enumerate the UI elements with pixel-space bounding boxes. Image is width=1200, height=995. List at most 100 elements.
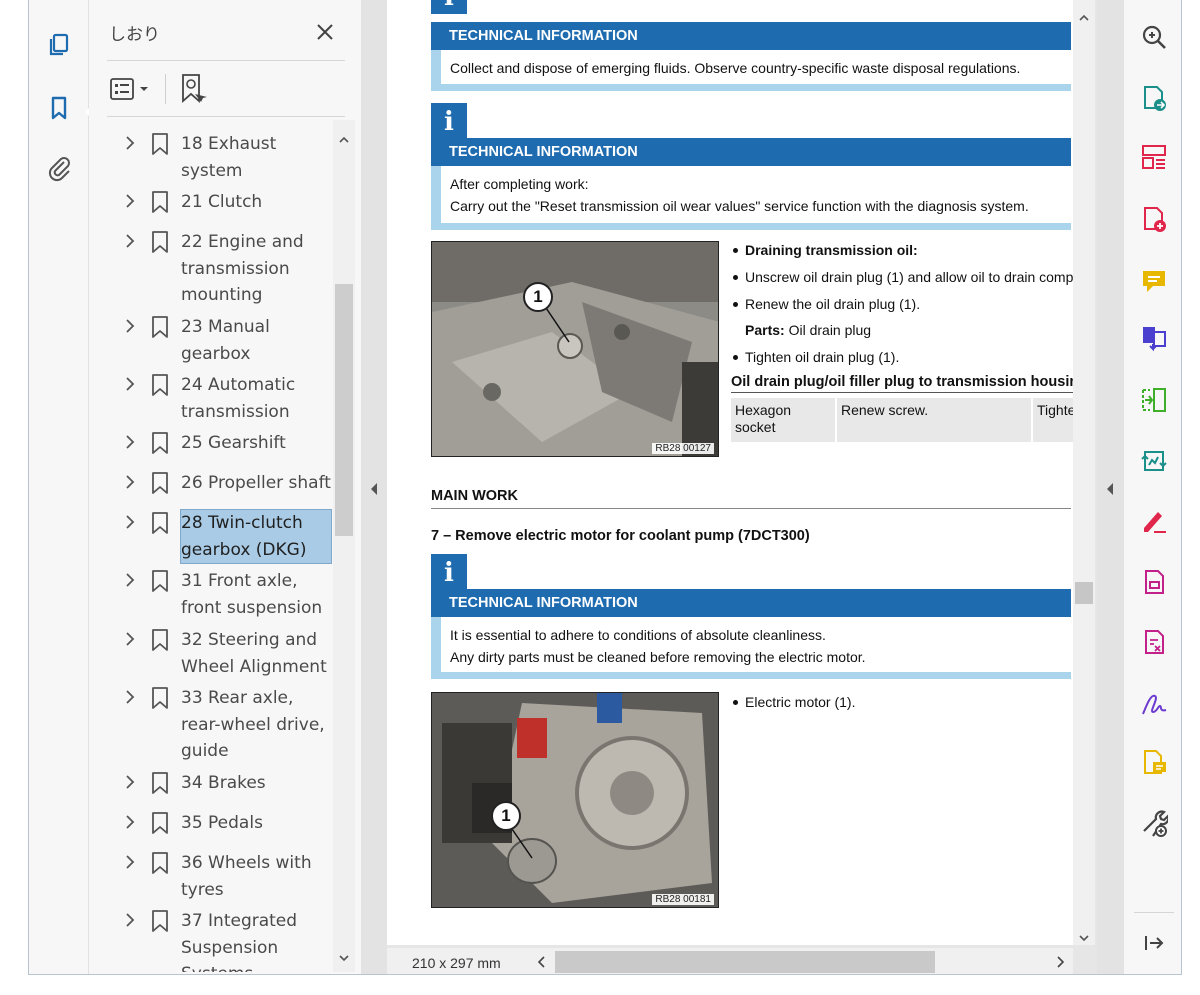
pdf-form-icon <box>1145 570 1164 594</box>
create-pdf-button[interactable] <box>1137 202 1171 236</box>
chevron-right-icon[interactable] <box>122 631 138 647</box>
close-panel-button[interactable] <box>311 18 339 46</box>
bookmark-label[interactable]: 24 Automatic transmission <box>181 372 331 425</box>
caret-left-icon <box>1107 483 1113 495</box>
pages-icon[interactable] <box>42 28 76 62</box>
bookmark-label[interactable]: 22 Engine and transmission mounting <box>181 229 331 309</box>
panel-divider <box>107 116 345 117</box>
scrollbar-thumb[interactable] <box>335 284 353 536</box>
compress-button[interactable] <box>1137 383 1171 417</box>
panel-title: しおり <box>109 25 160 44</box>
bookmark-flag-icon <box>152 629 168 651</box>
bookmark-flag-icon <box>152 570 168 592</box>
collapse-left-panel-button[interactable] <box>361 0 387 974</box>
signature-button[interactable] <box>1137 687 1171 721</box>
chevron-right-icon[interactable] <box>122 193 138 209</box>
chevron-right-icon[interactable] <box>122 572 138 588</box>
chevron-right-icon[interactable] <box>122 774 138 790</box>
info-icon: i <box>431 554 467 590</box>
fill-sign-button[interactable] <box>1137 503 1171 537</box>
chevron-right-icon[interactable] <box>122 434 138 450</box>
combine-files-button[interactable] <box>1137 321 1171 355</box>
chevron-right-icon[interactable] <box>122 135 138 151</box>
document-area: i TECHNICAL INFORMATION Collect and disp… <box>361 0 1097 974</box>
scroll-down-icon[interactable] <box>338 952 350 964</box>
bookmark-label[interactable]: 25 Gearshift <box>181 430 331 457</box>
scrollbar-thumb[interactable] <box>1075 582 1093 604</box>
technical-info-header: TECHNICAL INFORMATION <box>431 22 1071 50</box>
step-text: Renew the oil drain plug (1). <box>745 296 921 312</box>
bookmark-label[interactable]: 26 Propeller shaft <box>181 470 331 497</box>
bookmark-label[interactable]: 31 Front axle, front suspension <box>181 568 331 621</box>
image-reference-code: RB28 00181 <box>652 894 714 905</box>
more-tools-icon <box>1143 810 1168 837</box>
redact-icon <box>1145 630 1164 654</box>
send-for-comments-button[interactable] <box>1137 745 1171 779</box>
toolbar-divider <box>165 74 166 104</box>
scroll-up-icon[interactable] <box>338 134 350 146</box>
electric-motor-photo: 1 RB28 00181 <box>431 692 719 908</box>
chevron-right-icon[interactable] <box>122 514 138 530</box>
bookmark-label[interactable]: 32 Steering and Wheel Alignment <box>181 627 331 680</box>
chevron-right-icon[interactable] <box>122 814 138 830</box>
chevron-right-icon[interactable] <box>122 376 138 392</box>
collapse-tools-button[interactable] <box>1137 926 1171 960</box>
bookmark-label[interactable]: 34 Brakes <box>181 770 331 797</box>
bookmark-label[interactable]: 28 Twin-clutch gearbox (DKG) <box>180 509 332 564</box>
section-divider <box>431 508 1071 509</box>
chevron-right-icon[interactable] <box>122 233 138 249</box>
bookmark-options-button[interactable] <box>109 74 155 104</box>
technical-info-line: It is essential to adhere to conditions … <box>450 627 826 643</box>
chevron-right-icon[interactable] <box>122 854 138 870</box>
attachment-icon[interactable] <box>42 151 76 185</box>
zoom-icon <box>1142 25 1166 49</box>
page-size-label: 210 x 297 mm <box>412 955 501 971</box>
find-bookmark-button[interactable] <box>177 72 209 106</box>
bookmark-label[interactable]: 18 Exhaust system <box>181 131 331 184</box>
scroll-left-icon[interactable] <box>537 956 547 968</box>
table-cell: Tighte <box>1037 402 1073 418</box>
bookmark-icon[interactable] <box>42 91 76 125</box>
tools-divider <box>1134 912 1174 913</box>
pdf-form-button[interactable] <box>1137 565 1171 599</box>
collapse-right-panel-button[interactable] <box>1097 0 1123 974</box>
redact-button[interactable] <box>1137 625 1171 659</box>
torque-spec-table: Hexagon socket Renew screw. Tighte <box>731 398 1073 442</box>
compare-button[interactable] <box>1137 444 1171 478</box>
left-nav-rail <box>29 0 93 974</box>
export-pdf-button[interactable] <box>1137 81 1171 115</box>
bookmark-flag-icon <box>152 472 168 494</box>
gearbox-drain-plug-image <box>432 242 718 456</box>
comment-icon <box>1143 271 1165 292</box>
bookmark-flag-icon <box>152 812 168 834</box>
chevron-right-icon[interactable] <box>122 912 138 928</box>
horizontal-scrollbar-thumb[interactable] <box>555 951 935 973</box>
bookmark-label[interactable]: 35 Pedals <box>181 810 331 837</box>
bookmark-label[interactable]: 37 Integrated Suspension Systems <box>181 908 331 972</box>
technical-info-line: After completing work: <box>450 176 589 192</box>
bookmark-label[interactable]: 23 Manual gearbox <box>181 314 331 367</box>
technical-info-line: Collect and dispose of emerging fluids. … <box>450 60 1021 76</box>
bookmark-scrollbar[interactable] <box>333 120 355 972</box>
step-text: Tighten oil drain plug (1). <box>745 349 900 365</box>
comment-button[interactable] <box>1137 264 1171 298</box>
callout-marker: 1 <box>491 801 521 831</box>
document-vertical-scrollbar[interactable] <box>1073 0 1095 945</box>
more-tools-button[interactable] <box>1137 806 1171 840</box>
chevron-right-icon[interactable] <box>122 689 138 705</box>
close-icon <box>317 24 333 40</box>
bookmark-label[interactable]: 21 Clutch <box>181 189 331 216</box>
bookmark-flag-icon <box>152 133 168 155</box>
chevron-right-icon[interactable] <box>122 318 138 334</box>
bookmark-label[interactable]: 36 Wheels with tyres <box>181 850 331 903</box>
combine-files-icon <box>1143 327 1166 352</box>
bookmark-label[interactable]: 33 Rear axle, rear-wheel drive, guide <box>181 685 331 765</box>
chevron-right-icon[interactable] <box>122 474 138 490</box>
scroll-right-icon[interactable] <box>1055 956 1065 968</box>
electric-motor-image <box>432 693 718 907</box>
bookmark-flag-icon <box>152 687 168 709</box>
organize-pages-button[interactable] <box>1137 140 1171 174</box>
scroll-down-icon[interactable] <box>1078 932 1090 944</box>
scroll-up-icon[interactable] <box>1078 12 1090 24</box>
zoom-tool-button[interactable] <box>1137 20 1171 54</box>
